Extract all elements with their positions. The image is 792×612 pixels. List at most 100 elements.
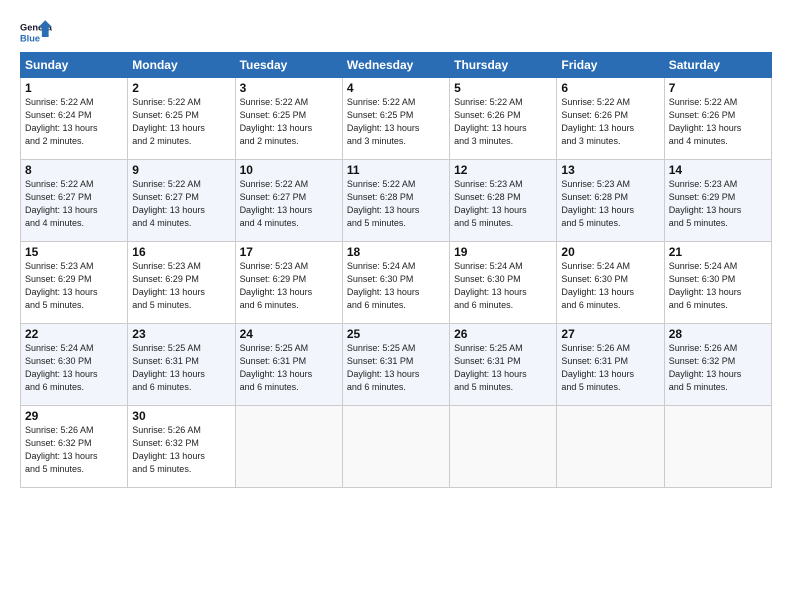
day-number: 6	[561, 81, 659, 95]
day-info: Sunrise: 5:24 AM Sunset: 6:30 PM Dayligh…	[561, 260, 659, 312]
weekday-header-saturday: Saturday	[664, 53, 771, 78]
day-number: 12	[454, 163, 552, 177]
day-number: 5	[454, 81, 552, 95]
day-info: Sunrise: 5:22 AM Sunset: 6:25 PM Dayligh…	[132, 96, 230, 148]
day-info: Sunrise: 5:26 AM Sunset: 6:32 PM Dayligh…	[132, 424, 230, 476]
day-info: Sunrise: 5:22 AM Sunset: 6:27 PM Dayligh…	[240, 178, 338, 230]
day-info: Sunrise: 5:22 AM Sunset: 6:24 PM Dayligh…	[25, 96, 123, 148]
logo-icon: General Blue	[20, 18, 52, 46]
day-number: 21	[669, 245, 767, 259]
calendar-cell: 26Sunrise: 5:25 AM Sunset: 6:31 PM Dayli…	[450, 324, 557, 406]
day-number: 10	[240, 163, 338, 177]
day-info: Sunrise: 5:22 AM Sunset: 6:27 PM Dayligh…	[132, 178, 230, 230]
calendar-cell: 6Sunrise: 5:22 AM Sunset: 6:26 PM Daylig…	[557, 78, 664, 160]
calendar-cell: 19Sunrise: 5:24 AM Sunset: 6:30 PM Dayli…	[450, 242, 557, 324]
day-info: Sunrise: 5:25 AM Sunset: 6:31 PM Dayligh…	[454, 342, 552, 394]
calendar-cell: 28Sunrise: 5:26 AM Sunset: 6:32 PM Dayli…	[664, 324, 771, 406]
calendar-cell: 1Sunrise: 5:22 AM Sunset: 6:24 PM Daylig…	[21, 78, 128, 160]
day-number: 24	[240, 327, 338, 341]
day-info: Sunrise: 5:22 AM Sunset: 6:26 PM Dayligh…	[669, 96, 767, 148]
weekday-header-thursday: Thursday	[450, 53, 557, 78]
calendar-cell: 13Sunrise: 5:23 AM Sunset: 6:28 PM Dayli…	[557, 160, 664, 242]
day-info: Sunrise: 5:23 AM Sunset: 6:29 PM Dayligh…	[240, 260, 338, 312]
day-number: 17	[240, 245, 338, 259]
day-info: Sunrise: 5:24 AM Sunset: 6:30 PM Dayligh…	[669, 260, 767, 312]
calendar-cell	[557, 406, 664, 488]
calendar-cell	[235, 406, 342, 488]
calendar-cell: 16Sunrise: 5:23 AM Sunset: 6:29 PM Dayli…	[128, 242, 235, 324]
logo: General Blue	[20, 18, 52, 46]
day-number: 2	[132, 81, 230, 95]
calendar-cell: 29Sunrise: 5:26 AM Sunset: 6:32 PM Dayli…	[21, 406, 128, 488]
week-row-5: 29Sunrise: 5:26 AM Sunset: 6:32 PM Dayli…	[21, 406, 772, 488]
calendar-cell: 17Sunrise: 5:23 AM Sunset: 6:29 PM Dayli…	[235, 242, 342, 324]
day-number: 19	[454, 245, 552, 259]
calendar-cell: 14Sunrise: 5:23 AM Sunset: 6:29 PM Dayli…	[664, 160, 771, 242]
day-number: 25	[347, 327, 445, 341]
day-number: 7	[669, 81, 767, 95]
day-number: 13	[561, 163, 659, 177]
day-info: Sunrise: 5:22 AM Sunset: 6:25 PM Dayligh…	[240, 96, 338, 148]
calendar-cell: 4Sunrise: 5:22 AM Sunset: 6:25 PM Daylig…	[342, 78, 449, 160]
calendar-cell: 25Sunrise: 5:25 AM Sunset: 6:31 PM Dayli…	[342, 324, 449, 406]
day-info: Sunrise: 5:22 AM Sunset: 6:26 PM Dayligh…	[561, 96, 659, 148]
day-info: Sunrise: 5:23 AM Sunset: 6:29 PM Dayligh…	[132, 260, 230, 312]
day-number: 23	[132, 327, 230, 341]
day-number: 9	[132, 163, 230, 177]
calendar-cell: 3Sunrise: 5:22 AM Sunset: 6:25 PM Daylig…	[235, 78, 342, 160]
day-number: 26	[454, 327, 552, 341]
day-info: Sunrise: 5:22 AM Sunset: 6:27 PM Dayligh…	[25, 178, 123, 230]
header: General Blue	[20, 18, 772, 46]
day-info: Sunrise: 5:22 AM Sunset: 6:25 PM Dayligh…	[347, 96, 445, 148]
day-number: 28	[669, 327, 767, 341]
day-info: Sunrise: 5:25 AM Sunset: 6:31 PM Dayligh…	[347, 342, 445, 394]
calendar-cell	[664, 406, 771, 488]
day-number: 18	[347, 245, 445, 259]
day-info: Sunrise: 5:24 AM Sunset: 6:30 PM Dayligh…	[347, 260, 445, 312]
day-info: Sunrise: 5:22 AM Sunset: 6:26 PM Dayligh…	[454, 96, 552, 148]
day-number: 29	[25, 409, 123, 423]
day-number: 11	[347, 163, 445, 177]
weekday-header-friday: Friday	[557, 53, 664, 78]
weekday-header-wednesday: Wednesday	[342, 53, 449, 78]
day-number: 1	[25, 81, 123, 95]
weekday-header-monday: Monday	[128, 53, 235, 78]
day-info: Sunrise: 5:24 AM Sunset: 6:30 PM Dayligh…	[454, 260, 552, 312]
day-info: Sunrise: 5:24 AM Sunset: 6:30 PM Dayligh…	[25, 342, 123, 394]
day-info: Sunrise: 5:23 AM Sunset: 6:28 PM Dayligh…	[454, 178, 552, 230]
day-info: Sunrise: 5:26 AM Sunset: 6:32 PM Dayligh…	[25, 424, 123, 476]
page: General Blue SundayMondayTuesdayWednesda…	[0, 0, 792, 612]
day-info: Sunrise: 5:26 AM Sunset: 6:31 PM Dayligh…	[561, 342, 659, 394]
calendar-cell: 12Sunrise: 5:23 AM Sunset: 6:28 PM Dayli…	[450, 160, 557, 242]
day-number: 30	[132, 409, 230, 423]
day-number: 20	[561, 245, 659, 259]
week-row-3: 15Sunrise: 5:23 AM Sunset: 6:29 PM Dayli…	[21, 242, 772, 324]
day-info: Sunrise: 5:25 AM Sunset: 6:31 PM Dayligh…	[132, 342, 230, 394]
day-info: Sunrise: 5:23 AM Sunset: 6:29 PM Dayligh…	[25, 260, 123, 312]
day-number: 14	[669, 163, 767, 177]
calendar-cell	[342, 406, 449, 488]
day-number: 27	[561, 327, 659, 341]
week-row-4: 22Sunrise: 5:24 AM Sunset: 6:30 PM Dayli…	[21, 324, 772, 406]
calendar-cell: 27Sunrise: 5:26 AM Sunset: 6:31 PM Dayli…	[557, 324, 664, 406]
day-number: 3	[240, 81, 338, 95]
day-info: Sunrise: 5:23 AM Sunset: 6:28 PM Dayligh…	[561, 178, 659, 230]
week-row-2: 8Sunrise: 5:22 AM Sunset: 6:27 PM Daylig…	[21, 160, 772, 242]
calendar-cell: 7Sunrise: 5:22 AM Sunset: 6:26 PM Daylig…	[664, 78, 771, 160]
calendar-cell: 24Sunrise: 5:25 AM Sunset: 6:31 PM Dayli…	[235, 324, 342, 406]
day-number: 15	[25, 245, 123, 259]
weekday-header-sunday: Sunday	[21, 53, 128, 78]
calendar-cell: 18Sunrise: 5:24 AM Sunset: 6:30 PM Dayli…	[342, 242, 449, 324]
calendar-cell: 21Sunrise: 5:24 AM Sunset: 6:30 PM Dayli…	[664, 242, 771, 324]
calendar-cell: 5Sunrise: 5:22 AM Sunset: 6:26 PM Daylig…	[450, 78, 557, 160]
calendar-cell: 20Sunrise: 5:24 AM Sunset: 6:30 PM Dayli…	[557, 242, 664, 324]
calendar-cell: 10Sunrise: 5:22 AM Sunset: 6:27 PM Dayli…	[235, 160, 342, 242]
day-info: Sunrise: 5:25 AM Sunset: 6:31 PM Dayligh…	[240, 342, 338, 394]
weekday-header-row: SundayMondayTuesdayWednesdayThursdayFrid…	[21, 53, 772, 78]
day-number: 16	[132, 245, 230, 259]
weekday-header-tuesday: Tuesday	[235, 53, 342, 78]
calendar-cell: 8Sunrise: 5:22 AM Sunset: 6:27 PM Daylig…	[21, 160, 128, 242]
svg-text:Blue: Blue	[20, 33, 40, 43]
calendar-cell: 2Sunrise: 5:22 AM Sunset: 6:25 PM Daylig…	[128, 78, 235, 160]
calendar-cell: 11Sunrise: 5:22 AM Sunset: 6:28 PM Dayli…	[342, 160, 449, 242]
